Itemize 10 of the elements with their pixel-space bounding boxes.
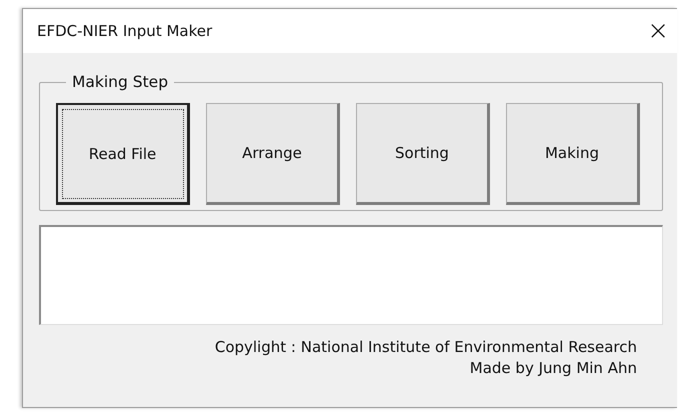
step-button[interactable]: Arrange — [206, 103, 340, 205]
step-button[interactable]: Read File — [56, 103, 190, 205]
step-button[interactable]: Making — [506, 103, 640, 205]
footer-text: Made by Jung Min Ahn — [470, 358, 637, 379]
close-button[interactable]: × — [647, 18, 669, 44]
group-label: Making Step — [71, 73, 170, 91]
output-box[interactable] — [39, 225, 663, 325]
window-title: EFDC-NIER Input Maker — [37, 22, 212, 40]
step-button[interactable]: Sorting — [356, 103, 490, 205]
footer-text: Copylight : National Institute of Environmental Research — [214, 337, 637, 358]
